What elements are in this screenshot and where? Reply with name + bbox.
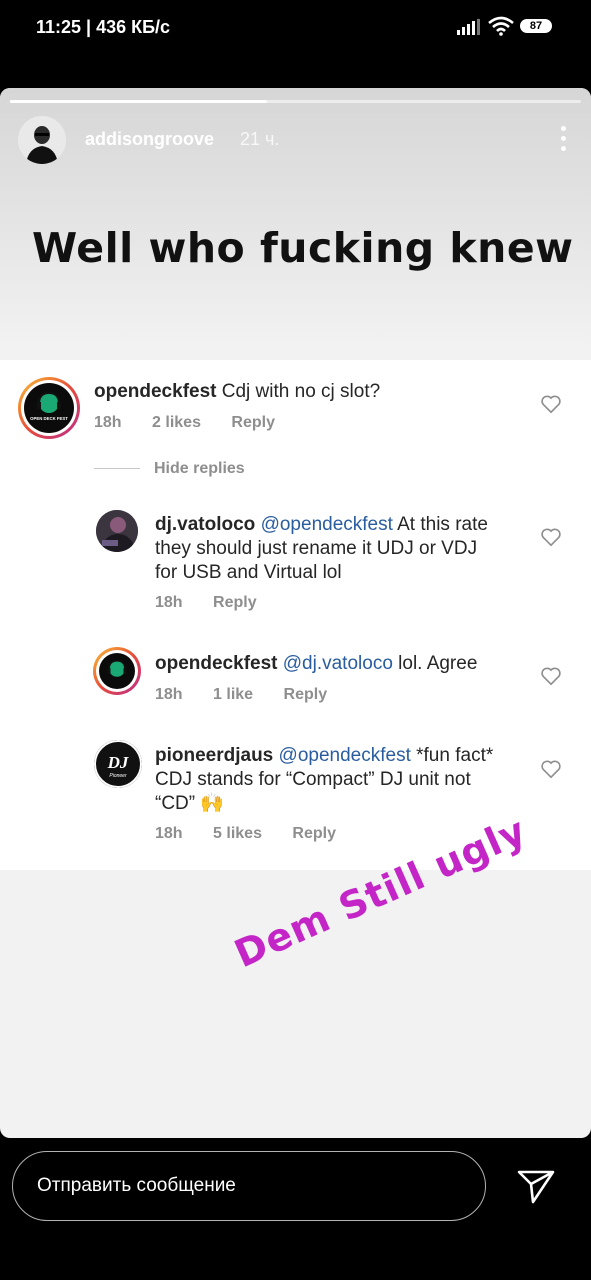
reply-body-line1: At this rate <box>392 514 488 535</box>
more-options-icon[interactable] <box>553 126 573 154</box>
story-avatar[interactable] <box>18 116 66 164</box>
hide-replies-label: Hide replies <box>154 460 245 477</box>
comments-screenshot: OPEN DECK FEST opendeckfest Cdj with no … <box>0 360 591 870</box>
reply-username[interactable]: pioneerdjaus <box>155 745 273 766</box>
story-time: 21 ч. <box>240 129 280 149</box>
reply-mention[interactable]: @opendeckfest <box>261 514 393 535</box>
reply-time: 18h <box>155 825 183 842</box>
reply-meta: 18h 5 likes Reply <box>155 825 362 843</box>
comment-reply-button[interactable]: Reply <box>231 414 275 431</box>
reply-meta: 18h 1 like Reply <box>155 686 353 704</box>
reply-text: pioneerdjaus @opendeckfest *fun fact* CD… <box>155 744 493 816</box>
reply-body-line2: they should just rename it UDJ or VDJ <box>155 538 478 559</box>
story-username[interactable]: addisongroove <box>85 129 214 150</box>
comment-text: opendeckfest Cdj with no cj slot? <box>94 380 380 404</box>
status-time: 11:25 | 436 КБ/с <box>36 17 171 37</box>
heart-icon[interactable] <box>540 394 562 414</box>
reply-avatar <box>93 647 141 695</box>
comment-username[interactable]: opendeckfest <box>94 381 216 402</box>
story-header: addisongroove 21 ч. <box>18 116 573 164</box>
story-progress-bar <box>10 100 581 103</box>
reply-body-line3: “CD” 🙌 <box>155 793 225 814</box>
person-photo-icon <box>96 510 138 552</box>
heart-icon[interactable] <box>540 666 562 686</box>
heart-icon[interactable] <box>540 527 562 547</box>
pioneer-logo-sub: Pioneer <box>109 773 127 779</box>
battery-icon: 87 <box>520 19 552 33</box>
status-bar: 11:25 | 436 КБ/с 87 <box>0 0 591 56</box>
reply-text: opendeckfest @dj.vatoloco lol. Agree <box>155 652 477 676</box>
headphones-icon: OPEN DECK FEST <box>30 391 68 421</box>
reply-mention[interactable]: @dj.vatoloco <box>283 653 393 674</box>
reply-time: 18h <box>155 594 183 611</box>
comment-avatar: OPEN DECK FEST <box>18 377 80 439</box>
heart-icon[interactable] <box>540 759 562 779</box>
reply-meta: 18h Reply <box>155 594 283 612</box>
send-message-input[interactable]: Отправить сообщение <box>12 1151 486 1221</box>
story-viewer[interactable]: addisongroove 21 ч. Well who fucking kne… <box>0 88 591 1138</box>
reply-reply-button[interactable]: Reply <box>284 686 328 703</box>
reply-reply-button[interactable]: Reply <box>213 594 257 611</box>
comment-body: Cdj with no cj slot? <box>221 381 381 402</box>
headphones-icon <box>107 660 127 677</box>
pioneer-dj-logo-icon: DJ Pioneer <box>94 740 142 788</box>
reply-mention[interactable]: @opendeckfest <box>279 745 411 766</box>
reply-avatar <box>96 510 138 552</box>
signal-icon <box>457 19 480 35</box>
reply-time: 18h <box>155 686 183 703</box>
reply-username[interactable]: opendeckfest <box>155 653 277 674</box>
comment-likes[interactable]: 2 likes <box>152 414 201 431</box>
hide-replies-button[interactable]: Hide replies <box>94 460 245 478</box>
story-progress-fill <box>10 100 267 103</box>
reply-body-line3: for USB and Virtual lol <box>155 562 342 583</box>
battery-level: 87 <box>529 20 543 32</box>
avatar-logo-text: OPEN DECK FEST <box>30 416 68 421</box>
story-headline: Well who fucking knew <box>32 224 574 272</box>
reply-body-line1: *fun fact* <box>410 745 494 766</box>
send-icon[interactable] <box>516 1169 556 1205</box>
reply-reply-button[interactable]: Reply <box>292 825 336 842</box>
reply-likes[interactable]: 1 like <box>213 686 253 703</box>
pioneer-logo-text: DJ <box>107 753 129 772</box>
reply-body-line1: lol. Agree <box>392 653 478 674</box>
send-message-placeholder: Отправить сообщение <box>37 1175 236 1196</box>
reply-text: dj.vatoloco @opendeckfest At this rate t… <box>155 513 488 585</box>
reply-username[interactable]: dj.vatoloco <box>155 514 255 535</box>
comment-time: 18h <box>94 414 122 431</box>
reply-likes[interactable]: 5 likes <box>213 825 262 842</box>
reply-body-line2: CDJ stands for “Compact” DJ unit not <box>155 769 471 790</box>
person-avatar-icon <box>18 116 66 164</box>
comment-meta: 18h 2 likes Reply <box>94 414 301 432</box>
reply-avatar: DJ Pioneer <box>94 740 142 788</box>
wifi-icon <box>488 16 514 36</box>
